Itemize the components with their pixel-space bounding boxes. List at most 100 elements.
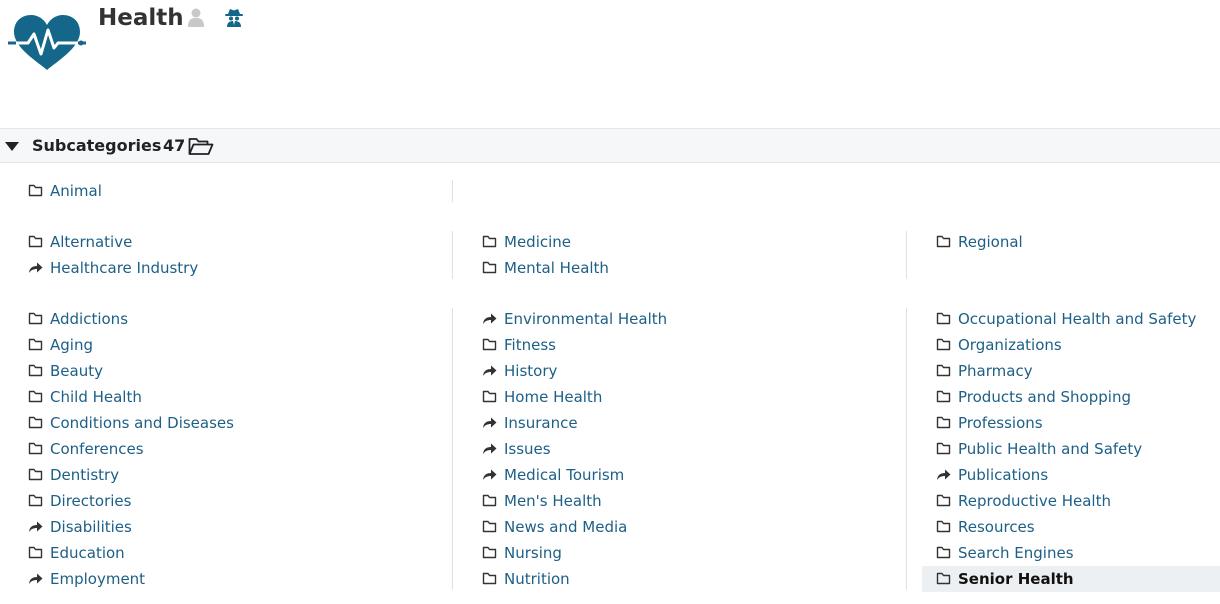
category-link[interactable]: Alternative [50,229,132,255]
category-link[interactable]: Employment [50,566,145,592]
category-link[interactable]: Child Health [50,384,142,410]
category-link[interactable]: Nursing [504,540,562,566]
category-link[interactable]: Healthcare Industry [50,255,198,281]
category-link[interactable]: Men's Health [504,488,602,514]
share-arrow-icon [483,313,497,324]
subcategory-column: Occupational Health and Safety Organizati… [922,306,1220,592]
category-link[interactable]: Conditions and Diseases [50,410,234,436]
folder-icon [936,312,951,325]
folder-icon [936,442,951,455]
category-item[interactable]: Publications [936,462,1220,488]
folder-icon [482,546,497,559]
category-link[interactable]: History [504,358,557,384]
folder-icon [28,235,43,248]
folder-icon [936,390,951,403]
folder-icon [482,261,497,274]
category-link[interactable]: Pharmacy [958,358,1033,384]
category-item[interactable]: Products and Shopping [936,384,1220,410]
category-item[interactable]: Reproductive Health [936,488,1220,514]
folder-icon [482,390,497,403]
category-link[interactable]: Home Health [504,384,602,410]
category-link[interactable]: Professions [958,410,1043,436]
category-link[interactable]: Animal [50,178,102,204]
category-link[interactable]: News and Media [504,514,627,540]
category-link[interactable]: Issues [504,436,551,462]
column-divider [906,308,907,590]
category-link[interactable]: Addictions [50,306,128,332]
category-link[interactable]: Insurance [504,410,578,436]
category-link[interactable]: Fitness [504,332,556,358]
category-link[interactable]: Resources [958,514,1035,540]
folder-icon [28,338,43,351]
category-link[interactable]: Directories [50,488,131,514]
folder-icon [28,494,43,507]
category-link[interactable]: Conferences [50,436,144,462]
column-divider [452,308,453,590]
column-divider [906,231,907,279]
category-link[interactable]: Nutrition [504,566,570,592]
category-link[interactable]: Mental Health [504,255,609,281]
category-item[interactable]: Professions [936,410,1220,436]
folder-icon [936,364,951,377]
folder-icon [936,520,951,533]
category-link[interactable]: Dentistry [50,462,119,488]
share-arrow-icon [483,443,497,454]
category-link[interactable]: Products and Shopping [958,384,1131,410]
category-item[interactable]: Organizations [936,332,1220,358]
folder-icon [936,572,951,585]
share-arrow-icon [483,365,497,376]
category-link[interactable]: Regional [958,229,1023,255]
column-divider [452,231,453,279]
folder-icon [936,494,951,507]
share-arrow-icon [29,262,43,273]
category-link[interactable]: Education [50,540,125,566]
category-item[interactable]: Public Health and Safety [936,436,1220,462]
category-link[interactable]: Organizations [958,332,1062,358]
share-arrow-icon [29,521,43,532]
folder-icon [28,442,43,455]
category-item[interactable]: Pharmacy [936,358,1220,384]
category-link[interactable]: Search Engines [958,540,1074,566]
folder-icon [28,416,43,429]
subcategories-label[interactable]: Subcategories [32,136,161,155]
category-link[interactable]: Medical Tourism [504,462,624,488]
subcategories-bar[interactable]: Subcategories 47 [0,128,1220,163]
share-arrow-icon [29,573,43,584]
subcategories-count: 47 [163,136,186,155]
share-arrow-icon [483,469,497,480]
folder-icon [936,546,951,559]
category-link[interactable]: Environmental Health [504,306,667,332]
caret-down-icon[interactable] [5,142,19,151]
user-icon[interactable] [187,8,205,27]
folder-icon [936,338,951,351]
folder-icon [482,572,497,585]
spy-icon[interactable] [225,8,243,27]
category-link[interactable]: Occupational Health and Safety [958,306,1196,332]
share-arrow-icon [937,469,951,480]
folder-icon [28,184,43,197]
folder-icon [936,416,951,429]
category-link[interactable]: Publications [958,462,1048,488]
category-item[interactable]: Resources [936,514,1220,540]
category-link[interactable]: Disabilities [50,514,132,540]
folder-icon [482,338,497,351]
share-arrow-icon [483,417,497,428]
folder-icon [28,364,43,377]
column-divider [452,180,453,202]
folder-open-icon [188,138,214,155]
category-item[interactable]: Occupational Health and Safety [936,306,1220,332]
category-link[interactable]: Reproductive Health [958,488,1111,514]
heart-pulse-logo [8,15,86,70]
page-title: Health [98,5,184,31]
folder-icon [936,235,951,248]
category-link[interactable]: Public Health and Safety [958,436,1142,462]
folder-icon [482,494,497,507]
current-category-item: Senior Health [922,566,1220,592]
folder-icon [482,235,497,248]
category-item[interactable]: Search Engines [936,540,1220,566]
category-link[interactable]: Beauty [50,358,103,384]
folder-icon [28,312,43,325]
category-link[interactable]: Medicine [504,229,571,255]
category-link[interactable]: Aging [50,332,93,358]
folder-icon [28,390,43,403]
